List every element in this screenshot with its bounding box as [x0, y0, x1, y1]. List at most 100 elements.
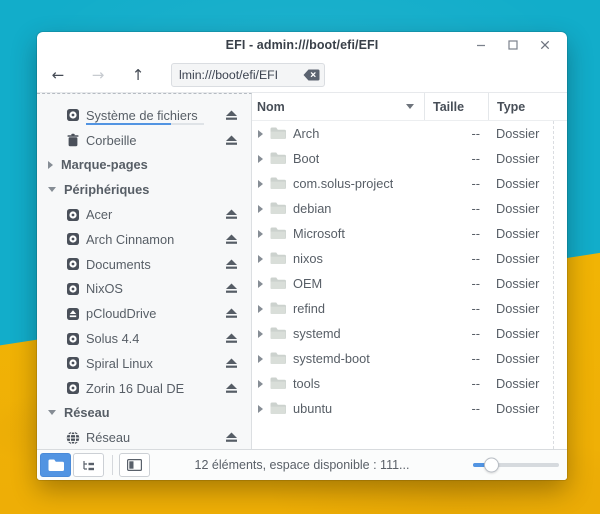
toggle-sidebar-button[interactable] — [119, 453, 150, 477]
drive-icon — [66, 232, 80, 246]
sidebar-item-nixos[interactable]: NixOS — [37, 277, 251, 302]
sidebar-item-arch-cinnamon[interactable]: Arch Cinnamon — [37, 227, 251, 252]
sort-desc-icon — [406, 104, 414, 109]
eject-icon[interactable] — [225, 209, 238, 220]
column-label-nom: Nom — [257, 100, 285, 114]
sidebar-item-p-riph-riques[interactable]: Périphériques — [37, 177, 251, 202]
column-label-type: Type — [497, 100, 525, 114]
sidebar-item-corbeille[interactable]: Corbeille — [37, 128, 251, 153]
eject-icon[interactable] — [225, 259, 238, 270]
file-row-systemd[interactable]: systemd -- Dossier — [252, 321, 567, 346]
sidebar: Système de fichiers Corbeille Marque-pag… — [37, 93, 252, 449]
expand-row-icon[interactable] — [258, 405, 263, 413]
up-icon[interactable]: ↑ — [127, 66, 149, 84]
file-row-refind[interactable]: refind -- Dossier — [252, 296, 567, 321]
eject-icon[interactable] — [225, 283, 238, 294]
statusbar-separator — [112, 455, 113, 475]
sidebar-item-marque-pages[interactable]: Marque-pages — [37, 153, 251, 178]
clear-location-icon[interactable] — [303, 69, 320, 81]
folder-icon — [270, 152, 286, 165]
folder-icon — [270, 402, 286, 415]
folder-icon — [270, 277, 286, 290]
sidebar-item-zorin-16-dual-de[interactable]: Zorin 16 Dual DE — [37, 376, 251, 401]
chevron-down-icon[interactable] — [48, 410, 56, 415]
expand-row-icon[interactable] — [258, 180, 263, 188]
eject-icon[interactable] — [225, 383, 238, 394]
location-input[interactable] — [171, 63, 325, 87]
close-icon[interactable] — [538, 38, 551, 51]
expand-row-icon[interactable] — [258, 155, 263, 163]
maximize-icon[interactable] — [506, 38, 519, 51]
expand-row-icon[interactable] — [258, 255, 263, 263]
expand-row-icon[interactable] — [258, 130, 263, 138]
column-header-nom[interactable]: Nom — [252, 93, 424, 120]
folder-icon — [270, 127, 286, 140]
drive-icon — [66, 282, 80, 296]
file-row-systemd-boot[interactable]: systemd-boot -- Dossier — [252, 346, 567, 371]
eject-icon[interactable] — [225, 110, 238, 121]
location-bar[interactable] — [171, 63, 325, 87]
eject-icon[interactable] — [225, 135, 238, 146]
folder-icon — [270, 227, 286, 240]
file-row-arch[interactable]: Arch -- Dossier — [252, 121, 567, 146]
expand-row-icon[interactable] — [258, 205, 263, 213]
sidebar-item-syst-me-de-fichiers[interactable]: Système de fichiers — [37, 103, 251, 128]
column-header-type[interactable]: Type — [488, 93, 567, 120]
file-row-ubuntu[interactable]: ubuntu -- Dossier — [252, 396, 567, 421]
toolbar: ← → ↑ — [37, 57, 567, 93]
folder-icon — [270, 302, 286, 315]
sidebar-item-r-seau[interactable]: Réseau — [37, 425, 251, 449]
list-view-button[interactable] — [73, 453, 104, 477]
expand-row-icon[interactable] — [258, 330, 263, 338]
file-row-debian[interactable]: debian -- Dossier — [252, 196, 567, 221]
chevron-right-icon[interactable] — [48, 161, 53, 169]
eject-icon[interactable] — [225, 234, 238, 245]
file-row-tools[interactable]: tools -- Dossier — [252, 371, 567, 396]
drive-icon — [66, 257, 80, 271]
zoom-slider-handle[interactable] — [484, 458, 499, 473]
file-row-boot[interactable]: Boot -- Dossier — [252, 146, 567, 171]
file-row-oem[interactable]: OEM -- Dossier — [252, 271, 567, 296]
folder-icon — [270, 377, 286, 390]
back-icon[interactable]: ← — [47, 66, 69, 84]
eject-icon[interactable] — [225, 333, 238, 344]
sidebar-item-acer[interactable]: Acer — [37, 202, 251, 227]
zoom-slider[interactable] — [473, 450, 559, 480]
file-rows: Arch -- Dossier Boot -- Dossier com.solu… — [252, 121, 567, 421]
network-globe-icon — [66, 431, 80, 445]
window-title: EFI - admin:///boot/efi/EFI — [226, 38, 379, 52]
column-headers: Nom Taille Type — [252, 93, 567, 121]
file-row-microsoft[interactable]: Microsoft -- Dossier — [252, 221, 567, 246]
minimize-icon[interactable] — [474, 38, 487, 51]
drive-icon — [66, 356, 80, 370]
sidebar-item-spiral-linux[interactable]: Spiral Linux — [37, 351, 251, 376]
sidebar-item-pclouddrive[interactable]: pCloudDrive — [37, 301, 251, 326]
drive-icon — [66, 208, 80, 222]
eject-icon[interactable] — [225, 358, 238, 369]
expand-row-icon[interactable] — [258, 280, 263, 288]
chevron-down-icon[interactable] — [48, 187, 56, 192]
file-row-nixos[interactable]: nixos -- Dossier — [252, 246, 567, 271]
window-controls — [474, 32, 551, 57]
window-content: Système de fichiers Corbeille Marque-pag… — [37, 93, 567, 449]
sidebar-item-solus-4-4[interactable]: Solus 4.4 — [37, 326, 251, 351]
column-header-taille[interactable]: Taille — [424, 93, 488, 120]
expand-row-icon[interactable] — [258, 305, 263, 313]
folder-icon — [270, 252, 286, 265]
eject-icon[interactable] — [225, 432, 238, 443]
eject-icon[interactable] — [225, 308, 238, 319]
sidebar-item-r-seau[interactable]: Réseau — [37, 401, 251, 426]
expand-row-icon[interactable] — [258, 230, 263, 238]
forward-icon[interactable]: → — [87, 66, 109, 84]
folder-icon — [270, 352, 286, 365]
folder-icon — [270, 202, 286, 215]
expand-row-icon[interactable] — [258, 380, 263, 388]
file-row-com-solus-project[interactable]: com.solus-project -- Dossier — [252, 171, 567, 196]
sidebar-item-documents[interactable]: Documents — [37, 252, 251, 277]
sidebar-list: Système de fichiers Corbeille Marque-pag… — [37, 103, 251, 449]
titlebar[interactable]: EFI - admin:///boot/efi/EFI — [37, 32, 567, 57]
column-grid-line — [553, 121, 554, 449]
drive-icon — [66, 108, 80, 122]
expand-row-icon[interactable] — [258, 355, 263, 363]
icon-view-button[interactable] — [40, 453, 71, 477]
